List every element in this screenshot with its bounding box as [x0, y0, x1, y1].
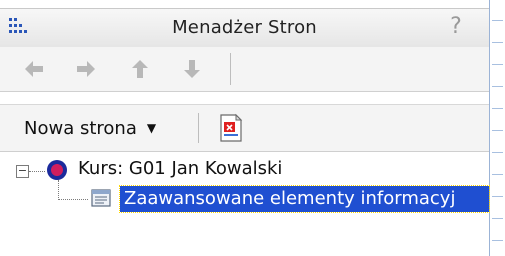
course-icon	[47, 160, 67, 180]
right-panel-edge	[490, 0, 505, 256]
tree-item-label: Zaawansowane elementy informacyj	[124, 188, 456, 209]
window-title: Menadżer Stron	[172, 17, 317, 38]
new-page-icon[interactable]	[218, 113, 244, 143]
page-manager-panel: Menadżer Stron ? Nowa strona ▼ − Kurs: G…	[0, 0, 490, 256]
page-tree: − Kurs: G01 Jan Kowalski Zaawansowane el…	[0, 152, 490, 256]
arrow-down-icon[interactable]	[180, 57, 204, 81]
toolbar-separator	[198, 113, 199, 143]
tree-connector	[58, 199, 88, 200]
arrow-right-icon[interactable]	[74, 57, 98, 81]
page-toolbar: Nowa strona ▼	[0, 104, 489, 152]
arrow-up-icon[interactable]	[128, 57, 152, 81]
tree-item-selected[interactable]: Zaawansowane elementy informacyj	[119, 185, 490, 213]
new-page-button[interactable]: Nowa strona ▼	[24, 116, 156, 140]
title-bar: Menadżer Stron ?	[0, 8, 489, 48]
chevron-down-icon[interactable]: ▼	[147, 121, 156, 135]
tree-connector	[58, 180, 59, 200]
tree-item-course[interactable]: Kurs: G01 Jan Kowalski	[78, 158, 282, 179]
collapse-toggle[interactable]: −	[16, 165, 29, 178]
document-icon	[91, 189, 111, 207]
new-page-label: Nowa strona	[24, 117, 137, 139]
tree-connector	[29, 171, 45, 172]
arrow-left-icon[interactable]	[22, 57, 46, 81]
toolbar-separator	[230, 53, 231, 85]
help-button[interactable]: ?	[446, 15, 466, 39]
navigation-toolbar	[0, 47, 489, 92]
